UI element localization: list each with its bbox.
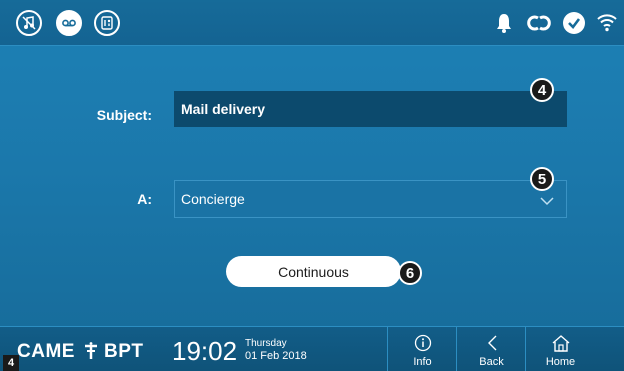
clock-date: 01 Feb 2018 xyxy=(245,350,307,362)
brand-cross-icon xyxy=(83,342,99,365)
info-label: Info xyxy=(413,356,432,368)
check-icon[interactable] xyxy=(563,12,585,34)
link-icon[interactable] xyxy=(527,13,551,38)
info-button[interactable]: Info xyxy=(388,327,457,371)
subject-label: Subject: xyxy=(96,107,152,123)
chevron-left-icon xyxy=(486,334,498,357)
intercom-icon[interactable] xyxy=(94,10,120,36)
wifi-icon[interactable] xyxy=(596,12,618,37)
chevron-down-icon xyxy=(540,193,554,209)
subject-value: Mail delivery xyxy=(181,101,266,117)
recipient-value: Concierge xyxy=(181,191,245,207)
back-label: Back xyxy=(479,356,504,368)
message-compose-screen: Subject: Mail delivery 4 A: Concierge 5 … xyxy=(0,0,624,371)
status-bar-divider xyxy=(0,45,624,46)
home-icon xyxy=(551,334,571,357)
voicemail-icon[interactable] xyxy=(56,10,82,36)
recipient-dropdown[interactable]: Concierge xyxy=(174,180,567,218)
clock-time: 19:02 xyxy=(172,336,238,366)
home-label: Home xyxy=(545,356,576,368)
callout-subject: 4 xyxy=(530,78,554,102)
music-note-mute-icon[interactable] xyxy=(16,10,42,36)
status-bar xyxy=(0,0,624,46)
recipient-label: A: xyxy=(137,191,152,207)
home-button[interactable]: Home xyxy=(526,327,595,371)
callout-repeat: 6 xyxy=(398,261,422,285)
back-button[interactable]: Back xyxy=(457,327,526,371)
brand-logo-came: CAME xyxy=(17,341,75,362)
callout-recipient: 5 xyxy=(530,167,554,191)
clock-day: Thursday xyxy=(245,338,287,349)
info-icon xyxy=(414,334,432,357)
figure-number-tag: 4 xyxy=(3,355,19,371)
brand-logo-bpt: BPT xyxy=(104,341,144,362)
repeat-mode-button[interactable]: Continuous xyxy=(226,256,401,287)
subject-input[interactable]: Mail delivery xyxy=(174,91,567,127)
bell-icon[interactable] xyxy=(496,12,512,39)
